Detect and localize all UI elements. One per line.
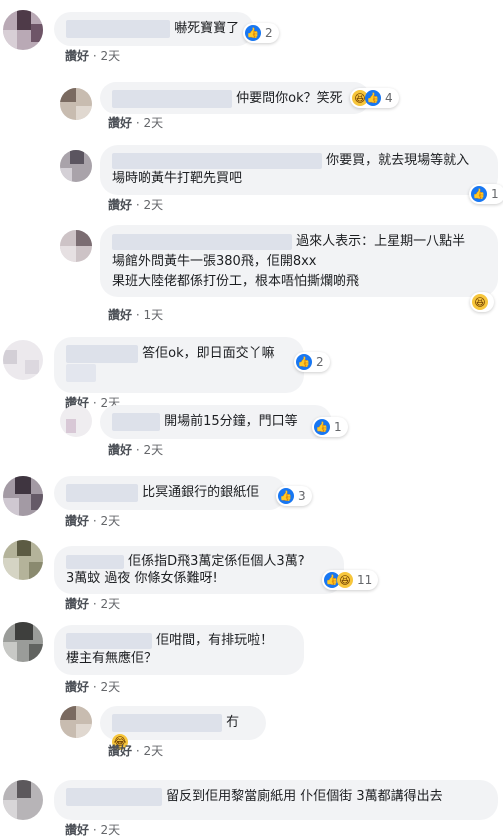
comment-text: 3萬蚊 過夜 你條女係難呀! [66,571,218,586]
thumbs-up-icon: 👍 [278,488,294,504]
reaction-count[interactable]: 👍 3 [276,486,312,506]
comment-text: 樓主有無應佢？ [66,651,158,666]
comment-text: 嚇死寶寶了 [174,21,240,36]
reaction-count[interactable]: 👍 1 [469,184,503,204]
comment-text: 開場前15分鐘，門口等 [164,414,298,429]
comment-actions: 讚好 · 2天 [65,823,121,837]
commenter-name[interactable] [112,412,160,431]
commenter-name[interactable] [66,344,138,363]
comment-bubble: 你要買，就去現場等就入 場時啲黃牛打靶先買吧 [100,145,498,195]
avatar[interactable] [60,706,92,738]
comment-actions: 讚好 · 2天 [65,680,121,694]
like-link[interactable]: 讚好 [108,308,132,322]
thumbs-up-icon: 👍 [314,419,330,435]
comment-text: 場館外問黃牛一張380飛，佢開8xx [112,254,317,269]
avatar[interactable] [3,10,43,50]
comment-actions: 讚好 · 2天 [108,744,164,758]
avatar[interactable] [3,622,43,662]
timestamp[interactable]: 2天 [144,116,164,130]
comment-actions: 讚好 · 1天 [108,308,164,322]
laughing-face-icon: 😆 [472,294,488,310]
comment-actions: 讚好 · 2天 [108,116,164,130]
comment-text: 你要買，就去現場等就入 [326,153,470,168]
comment-text: 場時啲黃牛打靶先買吧 [112,171,243,186]
comment-text: 答佢ok，即日面交丫嘛 [142,346,275,361]
avatar[interactable] [60,230,92,262]
comment-text: 過來人表示：上星期一八點半 [296,234,466,249]
avatar[interactable] [60,150,92,182]
commenter-name[interactable] [112,713,222,732]
comment-bubble: 仲要問你ok？笑死 [100,82,370,114]
timestamp[interactable]: 2天 [101,597,121,611]
like-link[interactable]: 讚好 [65,597,89,611]
like-link[interactable]: 讚好 [65,680,89,694]
comment-actions: 讚好 · 2天 [65,514,121,528]
avatar[interactable] [3,340,43,380]
commenter-name[interactable] [66,483,138,502]
like-link[interactable]: 讚好 [65,514,89,528]
comment-bubble: 開場前15分鐘，門口等 [100,405,332,439]
commenter-name[interactable] [112,152,322,169]
reaction-count[interactable]: 😆 [470,292,494,312]
timestamp[interactable]: 2天 [144,744,164,758]
comment-text: 冇 [226,715,240,730]
thumbs-up-icon: 👍 [471,186,487,202]
timestamp[interactable]: 2天 [101,680,121,694]
thumbs-up-icon: 👍 [245,25,261,41]
reaction-count[interactable]: 👍 1 [312,417,348,437]
comment-text: 仲要問你ok？笑死 [236,91,343,106]
timestamp[interactable]: 1天 [144,308,164,322]
reaction-count[interactable]: 👍 😆 11 [322,570,379,590]
commenter-name[interactable] [66,19,170,38]
timestamp[interactable]: 2天 [144,198,164,212]
timestamp[interactable]: 2天 [101,514,121,528]
comment-bubble: 過來人表示：上星期一八點半 場館外問黃牛一張380飛，佢開8xx 果班大陸佬都係… [100,225,498,297]
reaction-count[interactable]: 😆 👍 4 [350,88,399,108]
comment-text: 比冥通銀行的銀紙佢 [142,485,260,500]
comment-text: 留反到佢用黎當廁紙用 仆佢個街 3萬都講得出去 [166,789,443,804]
timestamp[interactable]: 2天 [101,49,121,63]
comment-bubble: 冇 😂 [100,706,266,750]
avatar[interactable] [3,476,43,516]
comment-actions: 讚好 · 2天 [65,49,121,63]
like-link[interactable]: 讚好 [108,116,132,130]
like-link[interactable]: 讚好 [65,823,89,837]
like-link[interactable]: 讚好 [108,744,132,758]
comment-text: 佢係指D飛3萬定係佢個人3萬? [128,554,305,569]
comment-bubble: 佢係指D飛3萬定係佢個人3萬? 3萬蚊 過夜 你條女係難呀! [54,546,344,594]
commenter-name[interactable] [112,89,232,108]
comment-text: 果班大陸佬都係打份工，根本唔怕撕爛啲飛 [112,274,360,289]
reaction-count[interactable]: 👍 2 [294,352,330,372]
avatar[interactable] [60,405,92,437]
comment-actions: 讚好 · 2天 [108,198,164,212]
comment-bubble: 答佢ok，即日面交丫嘛 [54,337,304,393]
avatar[interactable] [3,540,43,580]
comment-text: 佢咁間，有排玩啦！ [156,633,274,648]
comment-bubble: 佢咁間，有排玩啦！ 樓主有無應佢？ [54,625,304,675]
timestamp[interactable]: 2天 [144,443,164,457]
avatar[interactable] [60,88,92,120]
like-link[interactable]: 讚好 [108,443,132,457]
comment-bubble: 比冥通銀行的銀紙佢 [54,476,286,510]
like-link[interactable]: 讚好 [108,198,132,212]
comment-actions: 讚好 · 2天 [65,597,121,611]
comment-actions: 讚好 · 2天 [108,443,164,457]
commenter-name[interactable] [66,554,124,569]
comment-bubble: 嚇死寶寶了 [54,12,254,46]
commenter-name[interactable] [112,233,292,250]
comment-bubble: 留反到佢用黎當廁紙用 仆佢個街 3萬都講得出去 [54,780,498,820]
commenter-name[interactable] [66,787,162,806]
avatar[interactable] [3,780,43,820]
thumbs-up-icon: 👍 [296,354,312,370]
reaction-count[interactable]: 👍 2 [243,23,279,43]
laughing-face-icon: 😆 [337,572,353,588]
like-link[interactable]: 讚好 [65,49,89,63]
commenter-name[interactable] [66,632,152,649]
timestamp[interactable]: 2天 [101,823,121,837]
thumbs-up-icon: 👍 [365,90,381,106]
